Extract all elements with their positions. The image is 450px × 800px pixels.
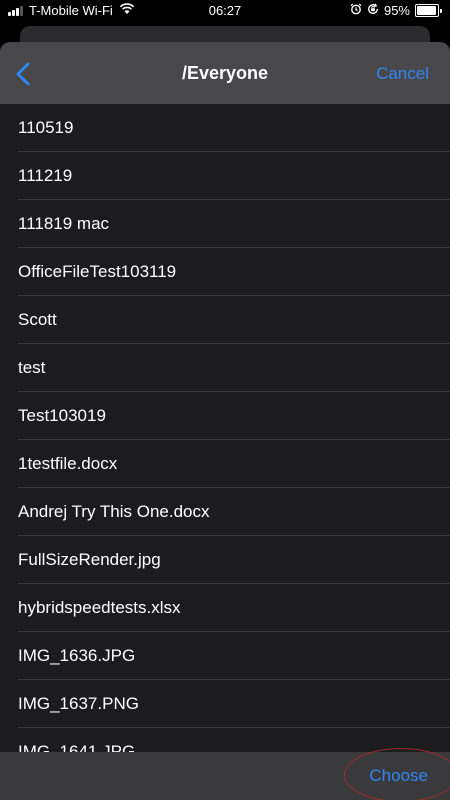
battery-icon xyxy=(415,4,442,17)
file-row[interactable]: 110519 xyxy=(0,104,450,152)
file-list: 110519 111219 111819 mac OfficeFileTest1031… xyxy=(0,104,450,752)
file-row[interactable]: IMG_1636.JPG xyxy=(0,632,450,680)
file-name: IMG_1637.PNG xyxy=(18,694,139,713)
file-row[interactable]: Test103019 xyxy=(0,392,450,440)
cancel-button[interactable]: Cancel xyxy=(376,64,429,84)
orientation-lock-icon xyxy=(367,3,379,18)
status-bar: T-Mobile Wi-Fi 06:27 95% xyxy=(0,0,450,22)
file-name: IMG_1641.JPG xyxy=(18,742,136,752)
file-row[interactable]: 111819 mac xyxy=(0,200,450,248)
file-row[interactable]: FullSizeRender.jpg xyxy=(0,536,450,584)
file-row[interactable]: hybridspeedtests.xlsx xyxy=(0,584,450,632)
navigation-bar: /Everyone Cancel xyxy=(0,42,450,104)
file-name: FullSizeRender.jpg xyxy=(18,550,161,569)
file-row[interactable]: Andrej Try This One.docx xyxy=(0,488,450,536)
file-row[interactable]: IMG_1637.PNG xyxy=(0,680,450,728)
alarm-icon xyxy=(350,3,362,18)
file-name: 1testfile.docx xyxy=(18,454,118,473)
folder-picker-sheet: /Everyone Cancel 110519 111219 111819 mac O… xyxy=(0,42,450,800)
file-row[interactable]: 111219 xyxy=(0,152,450,200)
file-row[interactable]: OfficeFileTest103119 xyxy=(0,248,450,296)
choose-button[interactable]: Choose xyxy=(369,766,428,786)
file-name: 111219 xyxy=(18,166,73,185)
file-row[interactable]: IMG_1641.JPG xyxy=(0,728,450,752)
file-name: hybridspeedtests.xlsx xyxy=(18,598,181,617)
file-name: IMG_1636.JPG xyxy=(18,646,136,665)
file-name: 110519 xyxy=(18,118,74,137)
file-name: OfficeFileTest103119 xyxy=(18,262,177,281)
file-name: test xyxy=(18,358,46,377)
file-row[interactable]: 1testfile.docx xyxy=(0,440,450,488)
file-name: 111819 mac xyxy=(18,214,110,233)
file-name: Scott xyxy=(18,310,57,329)
status-right: 95% xyxy=(350,3,442,18)
file-row[interactable]: test xyxy=(0,344,450,392)
battery-percent: 95% xyxy=(383,3,410,18)
bottom-toolbar: Choose xyxy=(0,748,450,800)
file-name: Andrej Try This One.docx xyxy=(18,502,210,521)
file-name: Test103019 xyxy=(18,406,106,425)
file-row[interactable]: Scott xyxy=(0,296,450,344)
